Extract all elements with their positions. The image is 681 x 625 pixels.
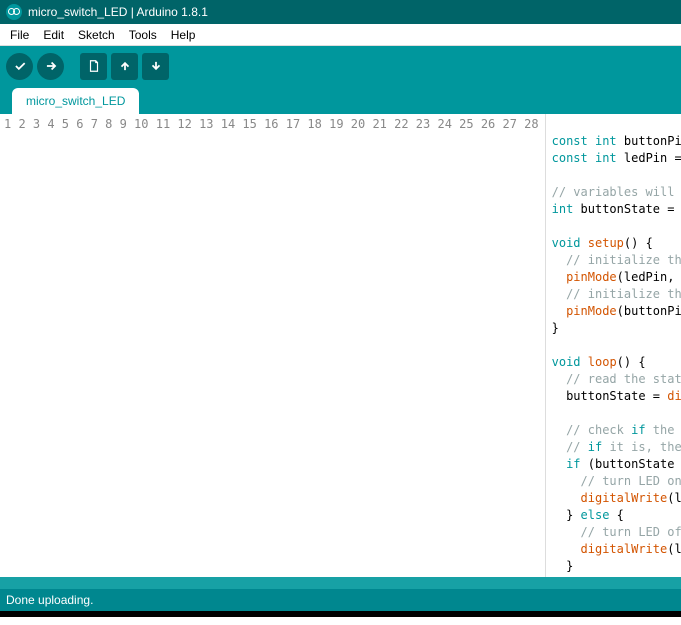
toolbar xyxy=(0,46,681,86)
menu-tools[interactable]: Tools xyxy=(123,26,163,44)
menu-sketch[interactable]: Sketch xyxy=(72,26,121,44)
file-icon xyxy=(87,59,101,73)
tab-sketch[interactable]: micro_switch_LED xyxy=(12,88,139,114)
line-gutter: 1 2 3 4 5 6 7 8 9 10 11 12 13 14 15 16 1… xyxy=(0,114,546,577)
arrow-up-icon xyxy=(118,59,132,73)
arduino-logo-icon xyxy=(6,4,22,20)
status-text: Done uploading. xyxy=(6,593,93,607)
arrow-down-icon xyxy=(149,59,163,73)
status-bar: Done uploading. xyxy=(0,589,681,611)
verify-button[interactable] xyxy=(6,53,33,80)
open-button[interactable] xyxy=(111,53,138,80)
menu-file[interactable]: File xyxy=(4,26,35,44)
save-button[interactable] xyxy=(142,53,169,80)
menu-edit[interactable]: Edit xyxy=(37,26,70,44)
code-editor[interactable]: 1 2 3 4 5 6 7 8 9 10 11 12 13 14 15 16 1… xyxy=(0,114,681,577)
titlebar: micro_switch_LED | Arduino 1.8.1 xyxy=(0,0,681,24)
menu-help[interactable]: Help xyxy=(165,26,202,44)
check-icon xyxy=(13,59,27,73)
message-area xyxy=(0,577,681,589)
arrow-right-icon xyxy=(44,59,58,73)
upload-button[interactable] xyxy=(37,53,64,80)
code-area[interactable]: const int buttonPin = 10; // the number … xyxy=(546,114,681,577)
new-button[interactable] xyxy=(80,53,107,80)
menu-bar: File Edit Sketch Tools Help xyxy=(0,24,681,46)
window-title: micro_switch_LED | Arduino 1.8.1 xyxy=(28,5,208,19)
tabs-bar: micro_switch_LED xyxy=(0,86,681,114)
footer-strip xyxy=(0,617,681,625)
